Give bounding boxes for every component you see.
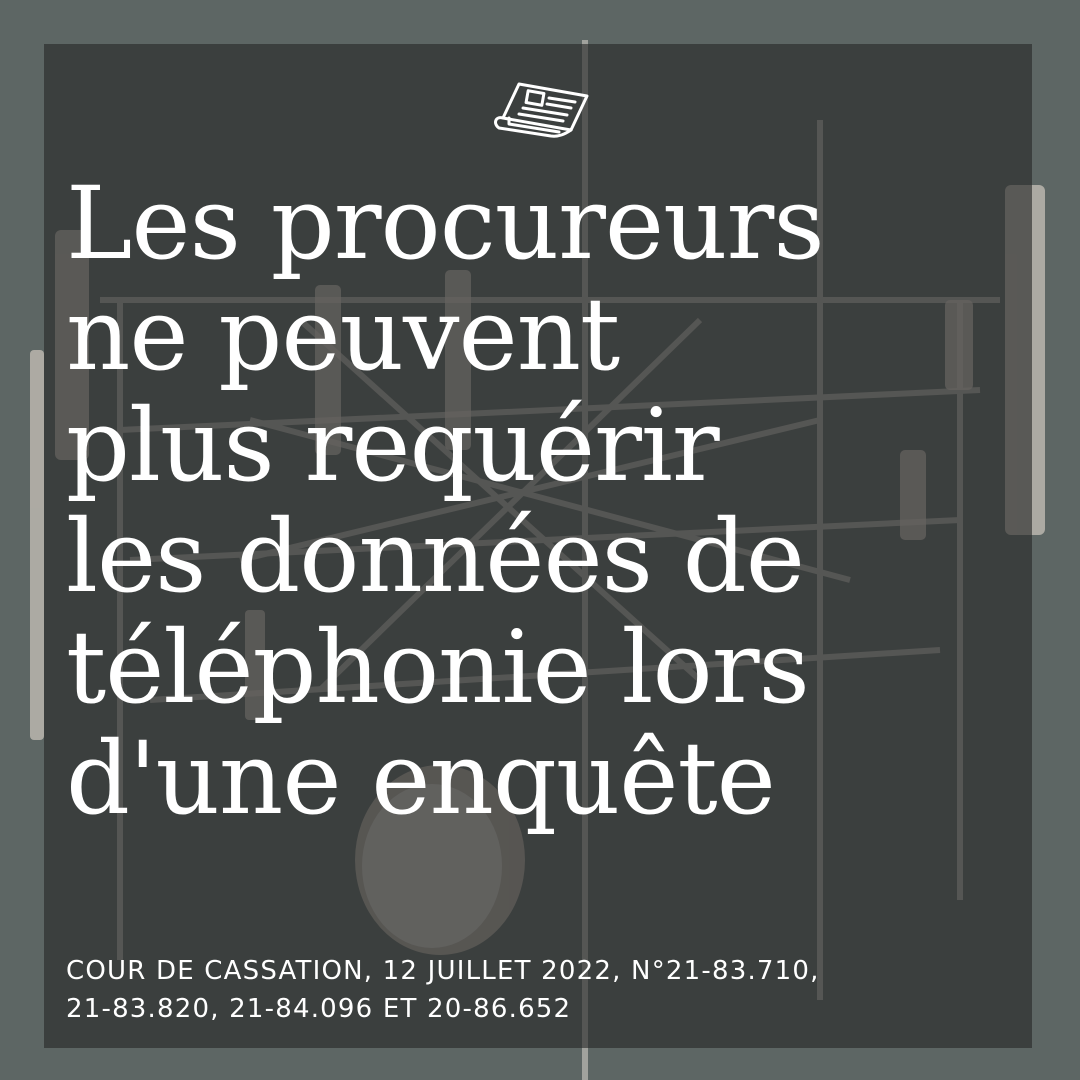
newspaper-icon <box>494 82 589 138</box>
caption-line: 21-83.820, 21-84.096 ET 20-86.652 <box>66 994 572 1024</box>
headline-line: téléphonie lors <box>66 609 810 726</box>
headline-line: plus requérir <box>66 387 720 504</box>
court-reference-caption: COUR DE CASSATION, 12 JUILLET 2022, N°21… <box>66 952 966 1028</box>
headline: Les procureurs ne peuvent plus requérir … <box>66 168 1016 834</box>
headline-line: d'une enquête <box>66 720 776 837</box>
caption-line: COUR DE CASSATION, 12 JUILLET 2022, N°21… <box>66 956 820 986</box>
headline-line: les données de <box>66 498 805 615</box>
headline-line: Les procureurs <box>66 165 825 282</box>
headline-line: ne peuvent <box>66 276 620 393</box>
